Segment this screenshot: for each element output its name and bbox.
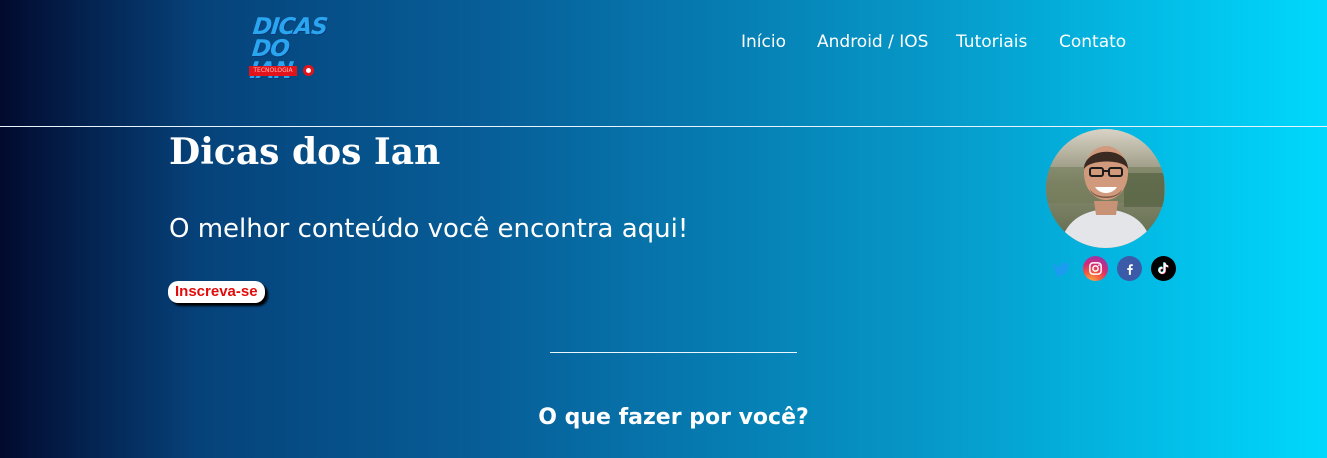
logo-mark-icon <box>303 65 314 76</box>
social-links <box>1048 256 1188 282</box>
section-divider <box>550 352 797 353</box>
nav-item-tutoriais[interactable]: Tutoriais <box>956 32 1027 52</box>
nav-item-contato[interactable]: Contato <box>1059 32 1126 52</box>
avatar <box>1046 129 1165 248</box>
main-nav: Início Android / IOS Tutoriais Contato <box>0 32 1327 56</box>
header-divider <box>0 126 1327 127</box>
facebook-icon[interactable] <box>1117 256 1142 281</box>
nav-item-android-ios[interactable]: Android / IOS <box>817 32 928 52</box>
hero-subtitle: O melhor conteúdo você encontra aqui! <box>169 214 689 244</box>
profile-photo-icon <box>1046 129 1165 248</box>
section-heading: O que fazer por você? <box>538 405 809 430</box>
hero-title: Dicas dos Ian <box>169 131 441 173</box>
nav-item-inicio[interactable]: Início <box>741 32 786 52</box>
logo-tagline: TECNOLOGIA <box>249 66 297 76</box>
instagram-icon[interactable] <box>1083 256 1108 281</box>
twitter-icon[interactable] <box>1048 256 1073 281</box>
tiktok-icon[interactable] <box>1151 256 1176 281</box>
subscribe-button[interactable]: Inscreva-se <box>168 281 265 303</box>
